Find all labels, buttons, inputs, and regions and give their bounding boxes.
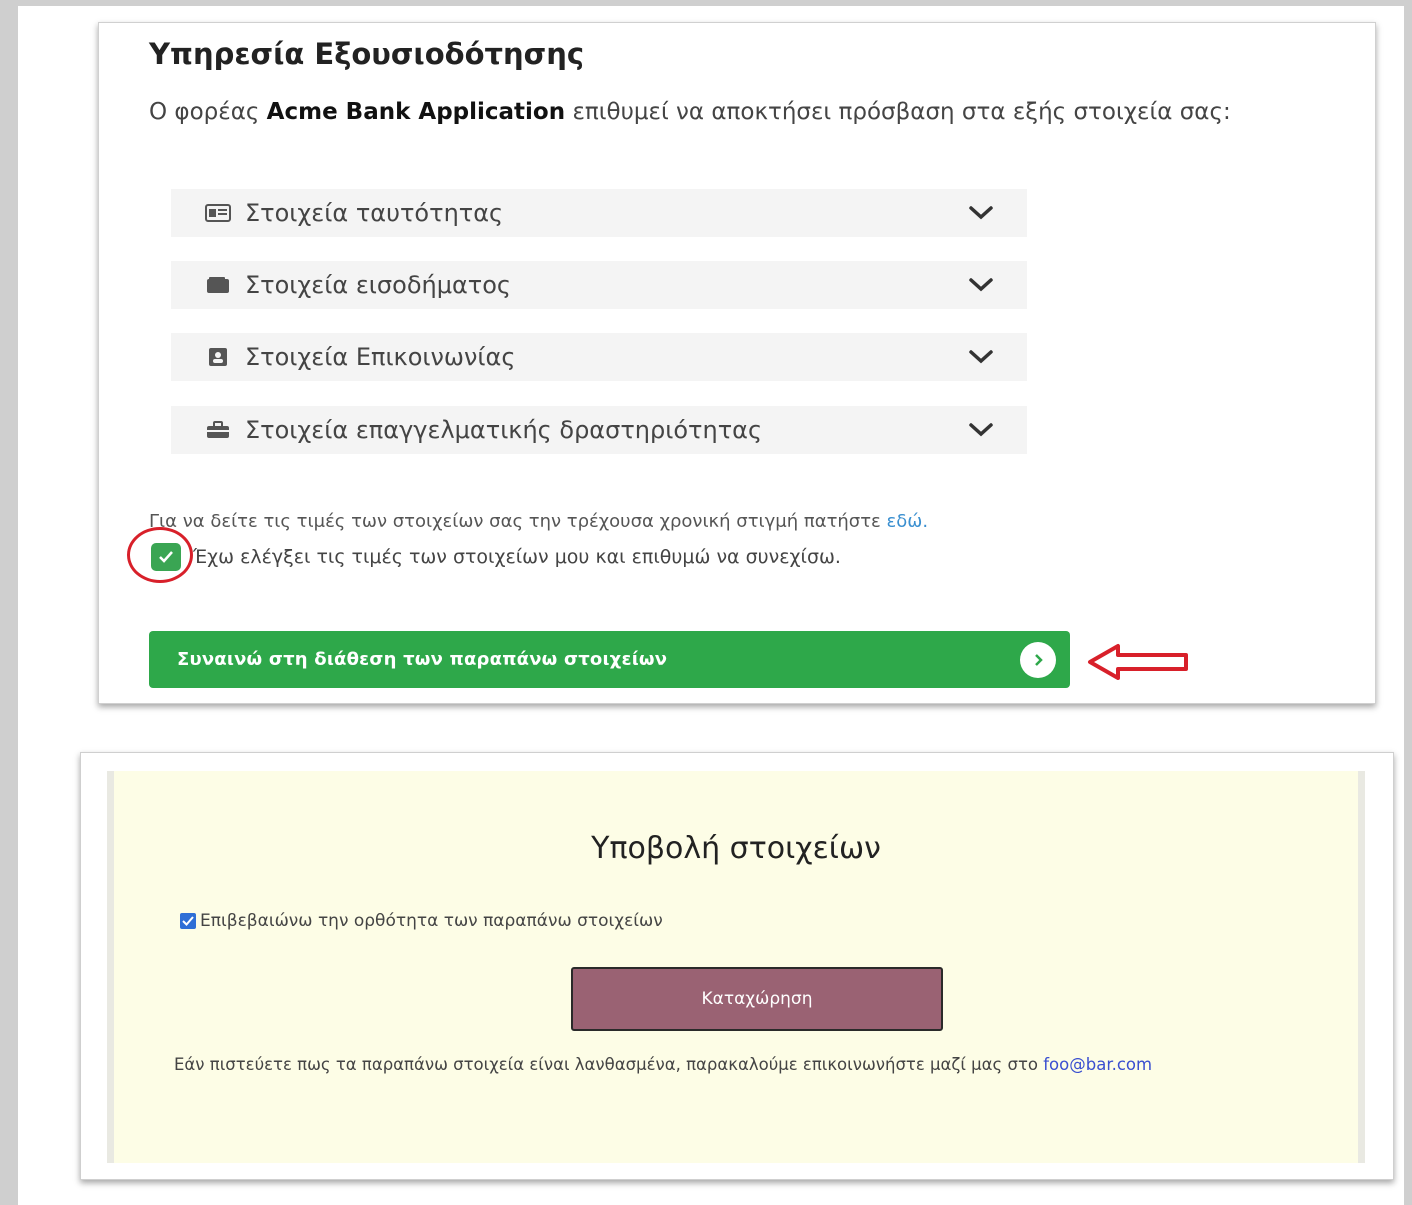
checkmark-icon [182,916,194,926]
intro-suffix: επιθυμεί να αποκτήσει πρόσβαση στα εξής … [572,99,1231,125]
chevron-down-icon[interactable] [961,205,1001,221]
intro-text: Ο φορέας Acme Bank Application επιθυμεί … [149,99,1231,125]
accordion-income[interactable]: Στοιχεία εισοδήματος [171,261,1027,309]
submit-title: Υποβολή στοιχείων [591,831,881,866]
submit-panel: Υποβολή στοιχείων Επιβεβαιώνω την ορθότη… [80,752,1394,1180]
annotation-arrow-icon [1088,644,1188,680]
accordion-professional[interactable]: Στοιχεία επαγγελματικής δραστηριότητας [171,406,1027,454]
page: Υπηρεσία Εξουσιοδότησης Ο φορέας Acme Ba… [18,6,1404,1205]
page-title: Υπηρεσία Εξουσιοδότησης [149,37,585,71]
intro-prefix: Ο φορέας [149,99,260,125]
consent-button-label: Συναινώ στη διάθεση των παραπάνω στοιχεί… [177,649,668,670]
accordion-label: Στοιχεία επαγγελματικής δραστηριότητας [245,416,763,444]
accordion-identity[interactable]: Στοιχεία ταυτότητας [171,189,1027,237]
briefcase-icon [205,420,231,440]
annotation-circle [127,527,193,583]
accordion-label: Στοιχεία Επικοινωνίας [245,343,516,371]
hint-text: Για να δείτε τις τιμές των στοιχείων σας… [149,511,881,532]
contact-email-link[interactable]: foo@bar.com [1043,1055,1152,1074]
submit-form: Υποβολή στοιχείων Επιβεβαιώνω την ορθότη… [107,771,1365,1163]
accordion-contact[interactable]: Στοιχεία Επικοινωνίας [171,333,1027,381]
contact-note: Εάν πιστεύετε πως τα παραπάνω στοιχεία ε… [174,1055,1152,1074]
contact-book-icon [205,347,231,367]
chevron-down-icon[interactable] [961,349,1001,365]
chevron-down-icon[interactable] [961,422,1001,438]
confirm-checkbox-label: Έχω ελέγξει τις τιμές των στοιχείων μου … [193,546,841,568]
confirm-correctness-checkbox[interactable] [180,913,196,929]
organization-name: Acme Bank Application [266,99,566,125]
accordion-label: Στοιχεία ταυτότητας [245,199,504,227]
authorization-panel: Υπηρεσία Εξουσιοδότησης Ο φορέας Acme Ba… [98,22,1376,704]
view-values-link[interactable]: εδώ. [887,511,929,532]
chevron-right-circle-icon [1020,641,1056,678]
confirm-correctness-label: Επιβεβαιώνω την ορθότητα των παραπάνω στ… [200,911,663,931]
chevron-down-icon[interactable] [961,277,1001,293]
wallet-icon [205,275,231,295]
register-button[interactable]: Καταχώρηση [571,967,943,1031]
id-card-icon [205,203,231,223]
consent-button[interactable]: Συναινώ στη διάθεση των παραπάνω στοιχεί… [149,631,1070,688]
accordion-label: Στοιχεία εισοδήματος [245,271,512,299]
contact-note-text: Εάν πιστεύετε πως τα παραπάνω στοιχεία ε… [174,1055,1038,1074]
view-values-hint: Για να δείτε τις τιμές των στοιχείων σας… [149,511,928,532]
